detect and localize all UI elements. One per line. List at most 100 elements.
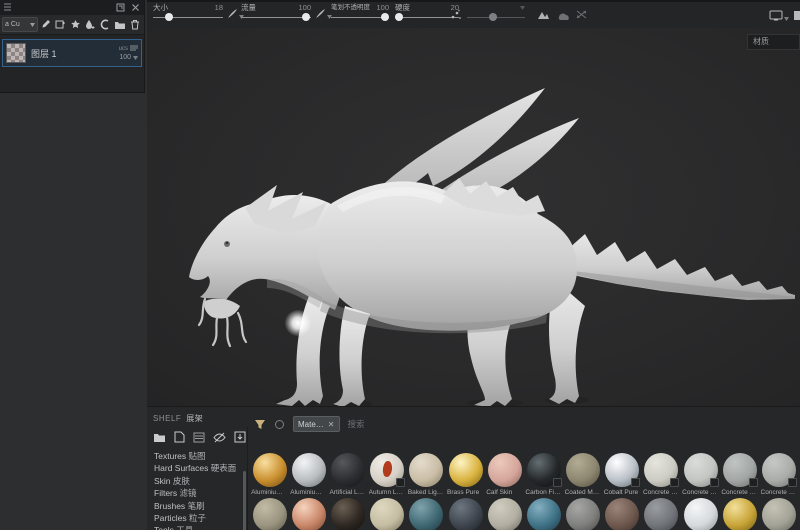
material-item[interactable] <box>368 496 407 530</box>
material-item[interactable] <box>289 496 328 530</box>
material-sphere[interactable] <box>409 498 444 530</box>
viewport-3d[interactable]: 材质 <box>147 28 800 406</box>
material-item[interactable]: Aluminiu… <box>250 451 289 496</box>
category-textures[interactable]: Textures 贴图 <box>154 450 247 462</box>
search-input[interactable]: 搜索 <box>348 418 365 430</box>
layer-opacity-value[interactable]: 100 <box>119 54 131 61</box>
material-item[interactable] <box>250 496 289 530</box>
filter-chip[interactable]: Mate… ✕ <box>293 416 340 432</box>
material-item[interactable] <box>720 496 759 530</box>
material-item[interactable]: Aluminiu… <box>289 451 328 496</box>
material-sphere[interactable] <box>370 498 405 530</box>
folder-icon[interactable] <box>153 432 166 443</box>
new-resource-icon[interactable] <box>174 431 185 443</box>
material-sphere[interactable] <box>487 498 522 530</box>
material-sphere[interactable] <box>291 453 326 487</box>
category-scrollbar[interactable] <box>243 471 246 530</box>
material-sphere[interactable] <box>526 453 562 487</box>
material-item[interactable]: Concrete … <box>681 451 720 496</box>
symmetry-icon[interactable] <box>575 9 588 20</box>
material-item[interactable]: Autumn L… <box>368 451 407 496</box>
material-item[interactable]: Concrete … <box>642 451 681 496</box>
material-sphere[interactable] <box>762 453 798 487</box>
material-item[interactable]: Concrete … <box>720 451 759 496</box>
layer-row[interactable]: 图层 1 ucs 100 <box>2 39 142 67</box>
material-sphere[interactable] <box>605 453 641 487</box>
layer-name[interactable]: 图层 1 <box>31 47 114 60</box>
material-item[interactable]: Baked Lig… <box>407 451 446 496</box>
material-item[interactable] <box>407 496 446 530</box>
flow-slider[interactable] <box>241 13 311 21</box>
material-sphere[interactable] <box>683 453 719 487</box>
material-item[interactable]: Calf Skin <box>485 451 524 496</box>
material-item[interactable]: Cobalt Pure <box>603 451 642 496</box>
category-hard-surfaces[interactable]: Hard Surfaces 硬表面 <box>154 462 247 474</box>
display-mode-button[interactable]: 材质 <box>747 34 800 50</box>
brush-tool-icon[interactable] <box>40 19 51 30</box>
material-item[interactable] <box>564 496 603 530</box>
add-effect-icon[interactable] <box>84 19 95 30</box>
material-sphere[interactable] <box>605 498 640 530</box>
chip-close-icon[interactable]: ✕ <box>328 420 335 429</box>
layer-thumbnail[interactable] <box>6 43 26 63</box>
material-item[interactable]: Carbon Fi… <box>524 451 563 496</box>
display-settings-toggle[interactable] <box>769 10 789 21</box>
material-item[interactable] <box>328 496 367 530</box>
jitter-icon[interactable] <box>450 9 462 21</box>
panel-toggle-icon[interactable] <box>793 10 800 21</box>
material-item[interactable] <box>524 496 563 530</box>
category-tools[interactable]: Tools 工具 <box>154 524 247 530</box>
add-fill-layer-icon[interactable] <box>55 19 66 30</box>
material-item[interactable]: Artificial L… <box>328 451 367 496</box>
import-resources-icon[interactable] <box>234 431 246 443</box>
falloff-icon[interactable] <box>557 9 570 20</box>
close-panel-icon[interactable] <box>131 3 140 12</box>
material-sphere[interactable] <box>722 498 757 530</box>
material-sphere[interactable] <box>762 498 797 530</box>
delete-layer-icon[interactable] <box>130 19 140 30</box>
list-view-icon[interactable] <box>193 432 205 443</box>
add-mask-icon[interactable] <box>99 19 110 30</box>
alignment-icon[interactable] <box>537 9 550 20</box>
material-sphere[interactable] <box>252 498 287 530</box>
material-sphere[interactable] <box>566 453 601 487</box>
material-sphere[interactable] <box>487 453 522 487</box>
flow-pressure-toggle[interactable] <box>315 8 332 19</box>
material-item[interactable] <box>681 496 720 530</box>
filter-funnel-icon[interactable] <box>254 419 266 430</box>
material-item[interactable]: Coated M… <box>564 451 603 496</box>
stroke-opacity-slider[interactable] <box>331 13 389 21</box>
material-sphere[interactable] <box>566 498 601 530</box>
material-item[interactable]: Brass Pure <box>446 451 485 496</box>
material-item[interactable] <box>642 496 681 530</box>
material-item[interactable] <box>485 496 524 530</box>
material-item[interactable] <box>446 496 485 530</box>
dragon-model[interactable] <box>147 28 800 406</box>
material-sphere[interactable] <box>409 453 444 487</box>
material-item[interactable]: Concrete … <box>759 451 798 496</box>
material-sphere[interactable] <box>291 498 326 530</box>
category-particles[interactable]: Particles 粒子 <box>154 512 247 524</box>
material-sphere[interactable] <box>722 453 758 487</box>
category-brushes[interactable]: Brushes 笔刷 <box>154 500 247 512</box>
lazy-mouse-slider[interactable] <box>467 13 525 21</box>
material-item[interactable] <box>759 496 798 530</box>
filter-shape-icon[interactable] <box>274 419 285 430</box>
material-sphere[interactable] <box>370 453 406 487</box>
category-filters[interactable]: Filters 滤镜 <box>154 487 247 499</box>
material-sphere[interactable] <box>683 498 718 530</box>
material-sphere[interactable] <box>644 453 680 487</box>
category-skin[interactable]: Skin 皮肤 <box>154 475 247 487</box>
add-folder-icon[interactable] <box>114 20 126 30</box>
size-slider[interactable] <box>153 13 223 21</box>
material-sphere[interactable] <box>448 453 483 487</box>
material-sphere[interactable] <box>526 498 561 530</box>
material-sphere[interactable] <box>448 498 483 530</box>
blend-mode-dropdown[interactable]: a Cu <box>2 17 38 32</box>
hide-resources-icon[interactable] <box>213 432 226 443</box>
material-sphere[interactable] <box>644 498 679 530</box>
material-sphere[interactable] <box>330 453 365 487</box>
material-item[interactable] <box>603 496 642 530</box>
smart-material-icon[interactable] <box>70 19 81 30</box>
dock-panel-icon[interactable] <box>116 3 125 12</box>
